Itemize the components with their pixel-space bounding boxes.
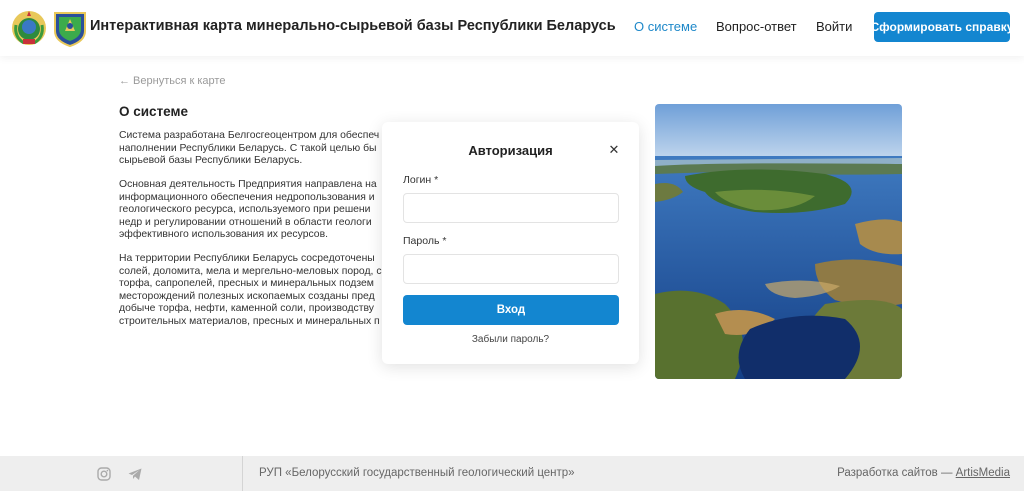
geological-center-emblem-icon[interactable] [51,9,89,47]
close-icon[interactable]: ✕ [607,143,621,157]
footer-developer: Разработка сайтов — ArtisMedia [837,467,1010,479]
back-to-map-link[interactable]: ← Вернуться к карте [119,75,225,87]
developer-prefix: Разработка сайтов — [837,467,956,479]
login-label: Логин * [403,174,439,186]
password-input[interactable] [403,254,619,284]
nav-faq[interactable]: Вопрос-ответ [716,19,797,34]
nav-login[interactable]: Войти [816,19,852,34]
forgot-password-link[interactable]: Забыли пароль? [382,334,639,345]
lake-aerial-photo [655,104,902,379]
belarus-state-emblem-icon[interactable] [10,9,48,47]
site-header: Интерактивная карта минерально-сырьевой … [0,0,1024,56]
site-footer: РУП «Белорусский государственный геологи… [0,456,1024,491]
developer-link[interactable]: ArtisMedia [956,467,1010,479]
login-input[interactable] [403,193,619,223]
auth-modal: Авторизация ✕ Логин * Пароль * Вход Забы… [382,122,639,364]
generate-report-button[interactable]: Сформировать справку [871,12,1013,42]
password-label: Пароль * [403,235,447,247]
site-title: Интерактивная карта минерально-сырьевой … [90,18,616,34]
section-title: О системе [119,104,189,119]
footer-organization: РУП «Белорусский государственный геологи… [259,467,575,479]
nav-about[interactable]: О системе [634,19,697,34]
footer-divider [242,456,243,491]
login-submit-button[interactable]: Вход [403,295,619,325]
modal-title: Авторизация [468,143,553,158]
telegram-icon[interactable] [127,466,143,482]
instagram-icon[interactable] [96,466,112,482]
